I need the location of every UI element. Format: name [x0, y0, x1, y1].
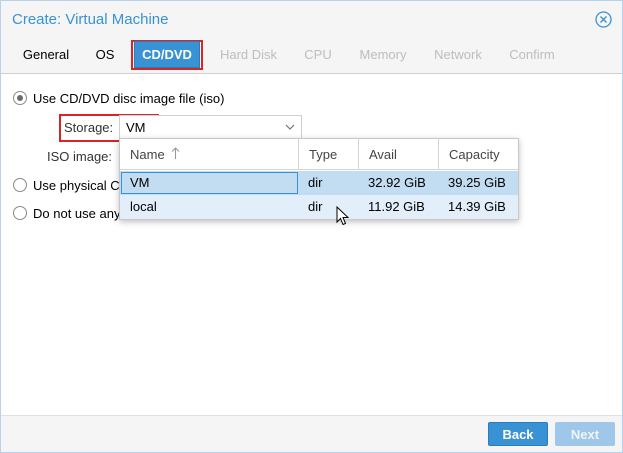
tab-cd-dvd[interactable]: CD/DVD — [134, 41, 200, 68]
storage-label: Storage: — [64, 120, 114, 135]
storage-row-name: local — [130, 199, 157, 214]
close-icon[interactable] — [595, 11, 612, 28]
column-header-avail[interactable]: Avail — [358, 139, 438, 170]
tab-cpu[interactable]: CPU — [295, 41, 341, 68]
tab-memory[interactable]: Memory — [351, 41, 415, 68]
column-header-capacity[interactable]: Capacity — [438, 139, 518, 170]
physical-drive-label: Use physical C — [33, 178, 120, 193]
iso-image-label: ISO image: — [47, 149, 113, 164]
physical-drive-radio[interactable] — [13, 178, 27, 192]
tab-network[interactable]: Network — [425, 41, 491, 68]
sort-ascending-icon — [171, 147, 180, 159]
column-header-type[interactable]: Type — [298, 139, 358, 170]
storage-dropdown-list: Name Type Avail Capacity VM dir 32.92 Gi… — [119, 138, 519, 220]
storage-row-name: VM — [130, 175, 150, 190]
storage-row-avail: 32.92 GiB — [368, 175, 426, 190]
column-header-name[interactable]: Name — [120, 139, 298, 170]
back-button[interactable]: Back — [488, 422, 548, 446]
storage-list-header: Name Type Avail Capacity — [120, 139, 518, 170]
cd-dvd-panel: Use CD/DVD disc image file (iso) Storage… — [1, 75, 622, 415]
wizard-tabs: General OS CD/DVD Hard Disk CPU Memory N… — [1, 37, 622, 74]
storage-row-capacity: 39.25 GiB — [448, 175, 506, 190]
storage-row-type: dir — [308, 175, 323, 190]
tab-hard-disk[interactable]: Hard Disk — [211, 41, 286, 68]
mouse-pointer-icon — [336, 206, 350, 226]
iso-radio[interactable] — [13, 91, 27, 105]
storage-row-avail: 11.92 GiB — [368, 199, 425, 214]
storage-combobox[interactable]: VM — [119, 115, 302, 139]
storage-row-type: dir — [308, 199, 323, 214]
no-media-label: Do not use any — [33, 206, 121, 221]
storage-row-vm[interactable]: VM dir 32.92 GiB 39.25 GiB — [120, 171, 518, 195]
storage-row-local[interactable]: local dir 11.92 GiB 14.39 GiB — [120, 195, 518, 219]
chevron-down-icon[interactable] — [285, 123, 295, 131]
storage-row-capacity: 14.39 GiB — [448, 199, 506, 214]
dialog-title: Create: Virtual Machine — [12, 11, 169, 28]
next-button[interactable]: Next — [555, 422, 615, 446]
dialog-titlebar: Create: Virtual Machine — [1, 1, 622, 37]
tab-confirm[interactable]: Confirm — [501, 41, 563, 68]
iso-option-label: Use CD/DVD disc image file (iso) — [33, 91, 225, 106]
column-name-label: Name — [130, 147, 165, 162]
create-vm-dialog: Create: Virtual Machine General OS CD/DV… — [0, 0, 623, 453]
storage-value: VM — [126, 120, 146, 135]
dialog-footer: Back Next — [1, 415, 622, 452]
tab-general[interactable]: General — [13, 41, 79, 68]
no-media-radio[interactable] — [13, 206, 27, 220]
tab-os[interactable]: OS — [87, 41, 123, 68]
